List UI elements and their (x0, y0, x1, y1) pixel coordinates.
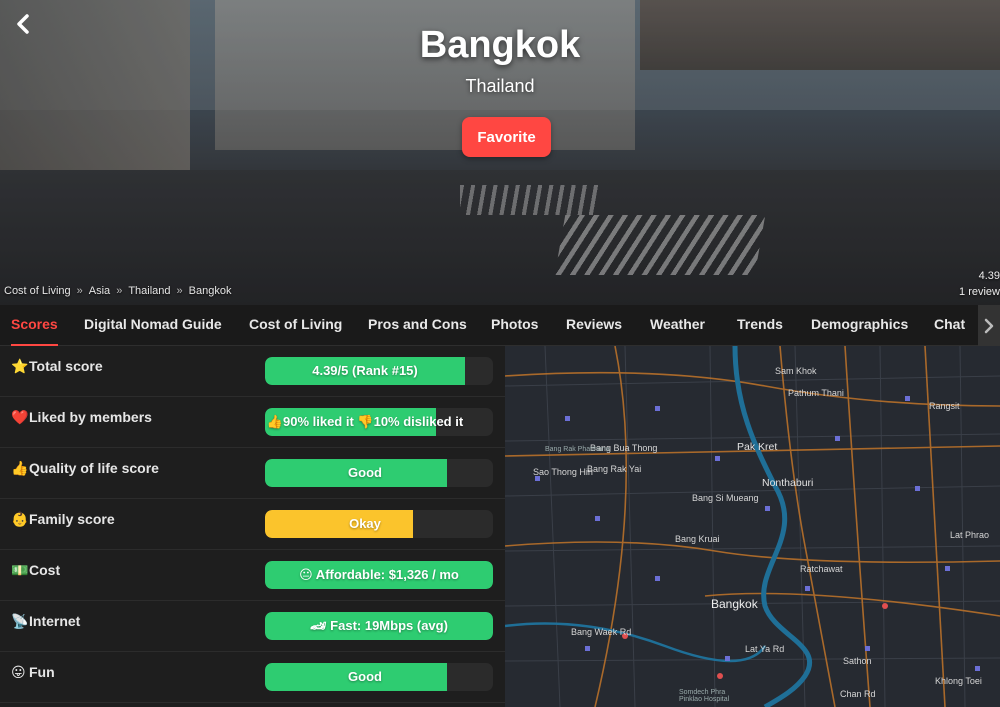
favorite-button[interactable]: Favorite (462, 117, 551, 157)
map-label: Bang Waek Rd (571, 627, 632, 637)
city-map[interactable]: Sam Khok Pathum Thani Rangsit Pak Kret B… (505, 346, 1000, 707)
score-row-cost: 💵Cost 😐 Affordable: $1,326 / mo (0, 550, 505, 601)
score-value: 🏎 Fast: 19Mbps (avg) (310, 618, 448, 633)
score-bar[interactable]: 4.39/5 (Rank #15) (265, 357, 493, 385)
score-bar[interactable]: 😐 Affordable: $1,326 / mo (265, 561, 493, 589)
map-label: Rangsit (929, 401, 960, 411)
tab-cost-of-living[interactable]: Cost of Living (249, 305, 342, 346)
score-value: Good (348, 465, 382, 480)
map-label: Nonthaburi (762, 477, 814, 489)
map-label: Lat Phrao (950, 530, 990, 540)
score-label: ⭐Total score (11, 358, 103, 375)
tab-chat[interactable]: Chat (934, 305, 965, 346)
score-row-liked: ❤️Liked by members 👍90% liked it 👎10% di… (0, 397, 505, 448)
map-label: Lat Ya Rd (745, 644, 785, 654)
score-row-total: ⭐Total score 4.39/5 (Rank #15) (0, 346, 505, 397)
score-row-quality-of-life: 👍Quality of life score Good (0, 448, 505, 499)
tab-demographics[interactable]: Demographics (811, 305, 908, 346)
tab-scores[interactable]: Scores (11, 305, 58, 346)
tab-photos[interactable]: Photos (491, 305, 538, 346)
score-value: Good (348, 669, 382, 684)
tongue-face-icon: 😛 (11, 664, 26, 680)
score-label-text: Fun (29, 664, 55, 680)
country-name: Thailand (465, 76, 535, 96)
score-value: 👍90% liked it 👎10% disliked it (266, 414, 464, 429)
score-bar[interactable]: Good (265, 663, 493, 691)
score-label: 💵Cost (11, 562, 60, 579)
score-row-fun: 😛 Fun Good (0, 652, 505, 703)
breadcrumb: Cost of Living » Asia » Thailand » Bangkok (4, 285, 231, 297)
map-label: Sathon (843, 656, 872, 666)
score-label-text: Liked by members (29, 409, 152, 425)
map-label: Pak Kret (737, 441, 778, 453)
breadcrumb-separator: » (76, 285, 83, 297)
map-label: Chan Rd (840, 689, 876, 699)
breadcrumb-link[interactable]: Asia (89, 285, 110, 297)
score-label-text: Total score (29, 358, 103, 374)
tab-weather[interactable]: Weather (650, 305, 705, 346)
score-row-family: 👶Family score Okay (0, 499, 505, 550)
hero-banner: Bangkok Thailand Favorite Cost of Living… (0, 0, 1000, 305)
score-bar[interactable]: Okay (265, 510, 493, 538)
breadcrumb-link[interactable]: Cost of Living (4, 285, 71, 297)
city-title: Bangkok (419, 24, 581, 66)
chevron-right-icon (984, 318, 994, 333)
tab-digital-nomad-guide[interactable]: Digital Nomad Guide (84, 305, 222, 346)
score-label: 📡Internet (11, 613, 80, 630)
baby-icon: 👶 (11, 511, 29, 527)
map-label: Khlong Toei (935, 676, 982, 686)
score-label-text: Quality of life score (29, 460, 159, 476)
scores-panel: ⭐Total score 4.39/5 (Rank #15) ❤️Liked b… (0, 346, 505, 707)
breadcrumb-separator: » (116, 285, 123, 297)
map-label: Pathum Thani (788, 388, 844, 398)
tab-reviews[interactable]: Reviews (566, 305, 622, 346)
map-label: Ratchawat (800, 564, 843, 574)
rating-count: 1 review (959, 286, 1000, 298)
thumbs-up-icon: 👍 (11, 460, 29, 476)
score-label: 😛 Fun (11, 664, 55, 681)
map-label: Sam Khok (775, 366, 817, 376)
breadcrumb-link[interactable]: Thailand (128, 285, 170, 297)
rating-summary[interactable]: 4.39 1 review (959, 268, 1000, 300)
map-label: Sao Thong Hin (533, 467, 593, 477)
breadcrumb-separator: » (176, 285, 183, 297)
map-label: Bang Si Mueang (692, 493, 759, 503)
score-bar[interactable]: Good (265, 459, 493, 487)
section-tabs: Scores Digital Nomad Guide Cost of Livin… (0, 305, 1000, 346)
score-label-text: Internet (29, 613, 81, 629)
satellite-icon: 📡 (11, 613, 29, 629)
score-label-text: Family score (29, 511, 115, 527)
score-value: 4.39/5 (Rank #15) (312, 363, 418, 378)
score-label: 👍Quality of life score (11, 460, 159, 477)
map-label: Bang Kruai (675, 534, 720, 544)
money-icon: 💵 (11, 562, 29, 578)
map-label: Bang Rak Phatthana (545, 446, 610, 453)
score-label: ❤️Liked by members (11, 409, 152, 426)
tab-pros-and-cons[interactable]: Pros and Cons (368, 305, 467, 346)
score-label-text: Cost (29, 562, 61, 578)
map-label: Bangkok (711, 597, 758, 611)
tabs-scroll-right-button[interactable] (978, 305, 1000, 346)
score-label: 👶Family score (11, 511, 115, 528)
score-bar[interactable]: 👍90% liked it 👎10% disliked it (265, 408, 493, 436)
score-bar[interactable]: 🏎 Fast: 19Mbps (avg) (265, 612, 493, 640)
star-icon: ⭐ (11, 358, 29, 374)
score-row-internet: 📡Internet 🏎 Fast: 19Mbps (avg) (0, 601, 505, 652)
map-label: Somdech Phra Pinklao Hospital (679, 689, 730, 703)
map-label: Bang Rak Yai (587, 464, 642, 474)
rating-value: 4.39 (978, 270, 1000, 282)
score-value: 😐 Affordable: $1,326 / mo (299, 567, 459, 582)
tab-trends[interactable]: Trends (737, 305, 783, 346)
breadcrumb-current[interactable]: Bangkok (189, 285, 232, 297)
heart-icon: ❤️ (11, 409, 29, 425)
score-value: Okay (349, 516, 381, 531)
